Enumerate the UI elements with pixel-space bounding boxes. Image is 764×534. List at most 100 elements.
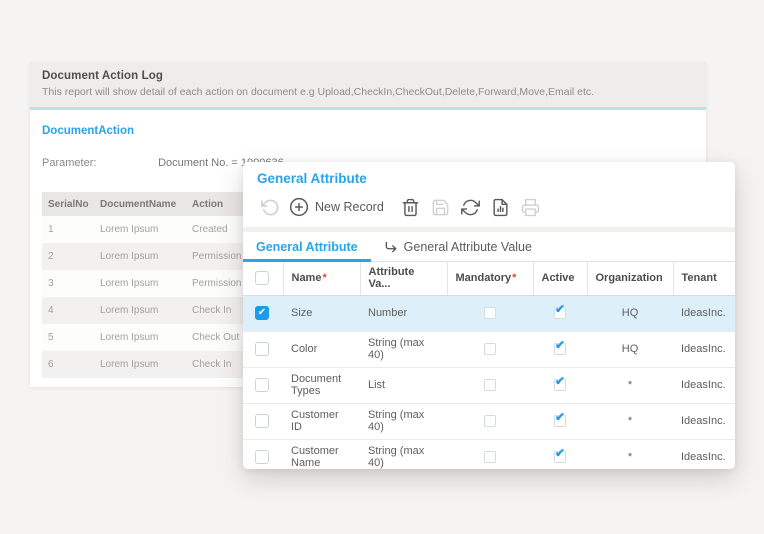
report-cell: Lorem Ipsum [94, 297, 186, 324]
print-button[interactable] [516, 195, 546, 219]
grid-column-header[interactable]: Mandatory* [447, 262, 533, 295]
report-cell: 2 [42, 243, 94, 270]
mandatory-cell[interactable] [447, 403, 533, 439]
report-cell: 3 [42, 270, 94, 297]
general-attribute-table: Name*Attribute Va...Mandatory*ActiveOrga… [243, 262, 735, 469]
parameter-label: Parameter: [42, 157, 155, 169]
active-cell[interactable]: ✔ [533, 439, 587, 469]
report-cell: 4 [42, 297, 94, 324]
mandatory-cell[interactable] [447, 367, 533, 403]
report-cell: Lorem Ipsum [94, 270, 186, 297]
active-checkbox[interactable]: ✔ [554, 307, 566, 319]
trash-icon [401, 198, 420, 217]
mandatory-checkbox[interactable] [484, 415, 496, 427]
attribute-name-cell: Color [283, 331, 360, 367]
organization-cell: * [587, 367, 673, 403]
organization-cell: * [587, 439, 673, 469]
save-icon [431, 198, 450, 217]
row-checkbox[interactable] [255, 342, 269, 356]
row-select-cell[interactable] [243, 331, 283, 367]
tab-label: General Attribute Value [404, 240, 532, 254]
grid-row[interactable]: ColorString (max 40)✔HQIdeasInc. [243, 331, 735, 367]
tab-general-attribute[interactable]: General Attribute [243, 232, 371, 261]
attribute-value-type-cell: String (max 40) [360, 403, 447, 439]
report-cell: 5 [42, 324, 94, 351]
active-checkbox[interactable]: ✔ [554, 379, 566, 391]
printer-icon [521, 198, 540, 217]
grid-column-header[interactable]: Active [533, 262, 587, 295]
attribute-value-type-cell: List [360, 367, 447, 403]
row-checkbox[interactable] [255, 414, 269, 428]
document-action-link[interactable]: DocumentAction [42, 125, 134, 137]
row-checkbox[interactable] [255, 450, 269, 464]
grid-row[interactable]: Document TypesList ✔ *IdeasInc. [243, 367, 735, 403]
report-column-header: DocumentName [94, 192, 186, 216]
grid-column-header[interactable]: Tenant [673, 262, 735, 295]
grid-row[interactable]: Customer NameString (max 40)✔*IdeasInc. [243, 439, 735, 469]
undo-icon [261, 198, 280, 217]
row-select-cell[interactable] [243, 367, 283, 403]
grid-row[interactable]: ✔ SizeNumber ✔ HQIdeasInc. [243, 295, 735, 331]
row-select-cell[interactable]: ✔ [243, 295, 283, 331]
file-chart-icon [491, 198, 510, 217]
general-attribute-panel: General Attribute New Record General Att… [243, 162, 735, 469]
mandatory-checkbox[interactable] [484, 343, 496, 355]
grid-column-header[interactable]: Attribute Va... [360, 262, 447, 295]
attribute-value-type-cell: Number [360, 295, 447, 331]
delete-button[interactable] [396, 195, 426, 219]
report-cell: Lorem Ipsum [94, 351, 186, 378]
report-cell: 1 [42, 216, 94, 243]
new-record-label: New Record [315, 200, 384, 214]
organization-cell: * [587, 403, 673, 439]
undo-button[interactable] [255, 195, 285, 219]
tab-general-attribute-value[interactable]: General Attribute Value [371, 232, 545, 261]
mandatory-cell[interactable] [447, 439, 533, 469]
row-select-cell[interactable] [243, 439, 283, 469]
grid-column-header[interactable]: Name* [283, 262, 360, 295]
report-column-header: SerialNo [42, 192, 94, 216]
active-cell[interactable]: ✔ [533, 331, 587, 367]
tenant-cell: IdeasInc. [673, 295, 735, 331]
attribute-value-type-cell: String (max 40) [360, 439, 447, 469]
mandatory-checkbox[interactable] [484, 307, 496, 319]
mandatory-cell[interactable] [447, 295, 533, 331]
attribute-name-cell: Size [283, 295, 360, 331]
grid-column-header[interactable]: Organization [587, 262, 673, 295]
report-header: Document Action Log This report will sho… [30, 62, 706, 107]
save-button[interactable] [426, 195, 456, 219]
report-cell: Lorem Ipsum [94, 324, 186, 351]
attribute-name-cell: Document Types [283, 367, 360, 403]
tab-label: General Attribute [256, 240, 358, 254]
active-checkbox[interactable]: ✔ [554, 343, 566, 355]
row-checkbox[interactable] [255, 378, 269, 392]
select-all-checkbox[interactable] [255, 271, 269, 285]
refresh-icon [461, 198, 480, 217]
tenant-cell: IdeasInc. [673, 367, 735, 403]
toolbar: New Record [243, 189, 735, 227]
active-checkbox[interactable]: ✔ [554, 415, 566, 427]
new-record-button[interactable]: New Record [289, 197, 384, 217]
mandatory-checkbox[interactable] [484, 451, 496, 463]
attribute-name-cell: Customer ID [283, 403, 360, 439]
mandatory-checkbox[interactable] [484, 379, 496, 391]
active-checkbox[interactable]: ✔ [554, 451, 566, 463]
select-all-header [243, 262, 283, 295]
corner-arrow-icon [384, 240, 398, 254]
active-cell[interactable]: ✔ [533, 295, 587, 331]
report-cell: Lorem Ipsum [94, 243, 186, 270]
report-title: Document Action Log [42, 70, 694, 82]
report-description: This report will show detail of each act… [42, 86, 694, 98]
active-cell[interactable]: ✔ [533, 403, 587, 439]
grid-header-row: Name*Attribute Va...Mandatory*ActiveOrga… [243, 262, 735, 295]
report-cell: 6 [42, 351, 94, 378]
row-checkbox[interactable]: ✔ [255, 306, 269, 320]
row-select-cell[interactable] [243, 403, 283, 439]
grid-row[interactable]: Customer IDString (max 40)✔*IdeasInc. [243, 403, 735, 439]
mandatory-cell[interactable] [447, 331, 533, 367]
refresh-button[interactable] [456, 195, 486, 219]
export-report-button[interactable] [486, 195, 516, 219]
organization-cell: HQ [587, 331, 673, 367]
tenant-cell: IdeasInc. [673, 439, 735, 469]
active-cell[interactable]: ✔ [533, 367, 587, 403]
organization-cell: HQ [587, 295, 673, 331]
